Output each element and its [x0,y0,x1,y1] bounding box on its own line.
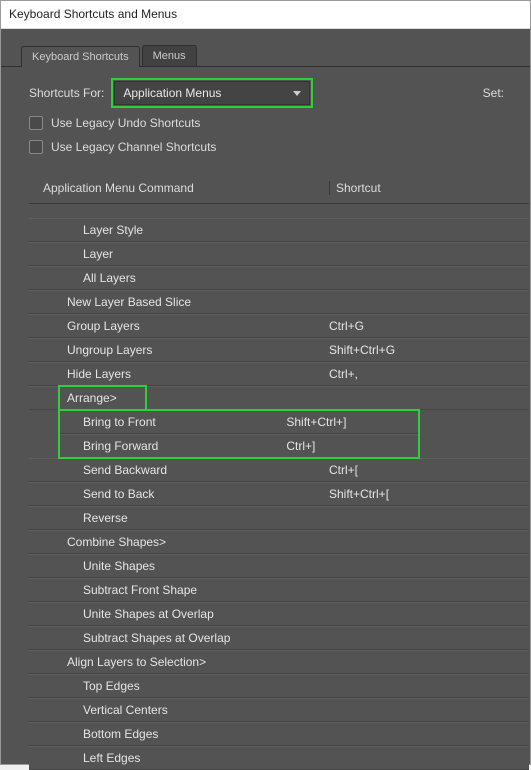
dialog-window: Keyboard Shortcuts and Menus Keyboard Sh… [0,0,531,765]
table-row[interactable]: All Layers [29,266,529,290]
table-row[interactable]: Unite Shapes [29,554,529,578]
tab-bar: Keyboard Shortcuts Menus [1,45,530,67]
panel-body: Keyboard Shortcuts Menus Shortcuts For: … [1,29,530,764]
window-title: Keyboard Shortcuts and Menus [1,1,530,29]
table-row[interactable]: Align Layers to Selection> [29,650,529,674]
set-label: Set: [483,86,510,100]
legacy-undo-row: Use Legacy Undo Shortcuts [1,111,530,135]
command-label: Combine Shapes> [29,535,329,549]
shortcut-label: Shift+Ctrl+[ [329,487,509,501]
command-label: Reverse [29,511,329,525]
shortcuts-table: Application Menu Command Shortcut Layer … [29,175,529,770]
table-row[interactable]: Layer Style [29,218,529,242]
command-label: Align Layers to Selection> [29,655,329,669]
command-label: Vertical Centers [29,703,329,717]
header-command: Application Menu Command [29,181,329,195]
shortcuts-for-dropdown[interactable]: Application Menus [114,81,310,105]
shortcut-label: Ctrl+G [329,319,509,333]
table-row[interactable]: Subtract Front Shape [29,578,529,602]
command-label: Group Layers [29,319,329,333]
shortcut-label: Ctrl+, [329,367,509,381]
table-row[interactable]: Left Edges [29,746,529,770]
table-row[interactable]: Arrange> [29,386,529,410]
shortcut-label: Ctrl+[ [329,463,509,477]
shortcut-label: Shift+Ctrl+G [329,343,509,357]
command-label: Bottom Edges [29,727,329,741]
command-label: Hide Layers [29,367,329,381]
shortcut-label: Shift+Ctrl+] [286,415,419,429]
table-header: Application Menu Command Shortcut [29,175,529,204]
table-row[interactable]: Send to BackShift+Ctrl+[ [29,482,529,506]
legacy-undo-checkbox[interactable] [29,116,43,130]
command-label: Bring to Front [59,415,286,429]
command-label: Bring Forward [59,439,286,453]
tab-menus[interactable]: Menus [142,45,197,66]
shortcuts-for-label: Shortcuts For: [29,86,104,100]
shortcuts-for-row: Shortcuts For: Application Menus Set: [1,67,530,111]
command-label: Subtract Shapes at Overlap [29,631,329,645]
header-shortcut: Shortcut [329,181,509,195]
command-label: Left Edges [29,751,329,765]
table-row[interactable]: Send BackwardCtrl+[ [29,458,529,482]
highlight-group: Bring to FrontShift+Ctrl+]Bring ForwardC… [59,410,419,458]
highlight-box [59,386,146,410]
command-label: Ungroup Layers [29,343,329,357]
command-label: Subtract Front Shape [29,583,329,597]
command-label: Top Edges [29,679,329,693]
table-row[interactable]: Layer [29,242,529,266]
table-row[interactable]: Combine Shapes> [29,530,529,554]
table-row[interactable]: New Layer Based Slice [29,290,529,314]
table-row[interactable]: Hide LayersCtrl+, [29,362,529,386]
table-body: Layer Style Layer All Layers New Layer Base… [29,218,529,770]
table-row[interactable]: Group LayersCtrl+G [29,314,529,338]
chevron-down-icon [293,91,301,96]
table-row[interactable]: Subtract Shapes at Overlap [29,626,529,650]
command-label: Unite Shapes [29,559,329,573]
tab-keyboard-shortcuts[interactable]: Keyboard Shortcuts [21,46,140,67]
table-row[interactable]: Bring ForwardCtrl+] [59,434,419,458]
table-row[interactable]: Vertical Centers [29,698,529,722]
command-label: All Layers [29,271,329,285]
table-row[interactable]: Unite Shapes at Overlap [29,602,529,626]
legacy-undo-label: Use Legacy Undo Shortcuts [51,116,200,130]
command-label: Send Backward [29,463,329,477]
command-label: Layer [29,247,329,261]
table-row[interactable]: Bottom Edges [29,722,529,746]
command-label: Layer Style [29,223,329,237]
shortcut-label: Ctrl+] [286,439,419,453]
table-row[interactable]: Ungroup LayersShift+Ctrl+G [29,338,529,362]
table-row[interactable]: Reverse [29,506,529,530]
table-row[interactable]: Bring to FrontShift+Ctrl+] [59,410,419,434]
legacy-channel-label: Use Legacy Channel Shortcuts [51,140,216,154]
legacy-channel-checkbox[interactable] [29,140,43,154]
command-label: New Layer Based Slice [29,295,329,309]
command-label: Unite Shapes at Overlap [29,607,329,621]
legacy-channel-row: Use Legacy Channel Shortcuts [1,135,530,159]
table-row[interactable]: Top Edges [29,674,529,698]
command-label: Send to Back [29,487,329,501]
shortcuts-for-value: Application Menus [123,86,221,100]
